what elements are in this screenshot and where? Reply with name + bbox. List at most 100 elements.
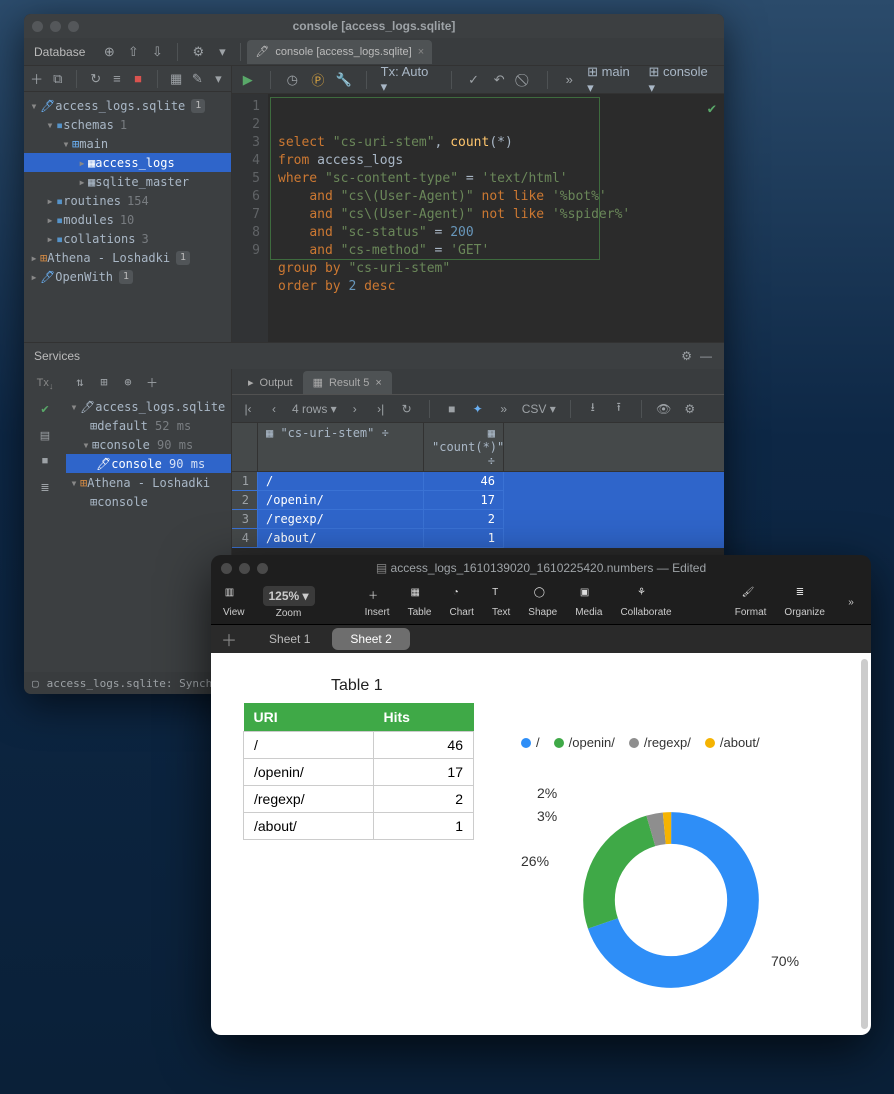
svc-console1[interactable]: ▾⊞ console 90 ms [66,435,231,454]
format-button[interactable]: 🖌Format [735,587,767,618]
commit-icon[interactable]: ✓ [466,72,482,88]
add-icon[interactable]: ⊕ [120,374,136,390]
table-row[interactable]: /regexp/2 [244,786,474,813]
table-view-icon[interactable]: ▦ [170,71,183,87]
table-row[interactable]: 4/about/1 [232,529,724,548]
duplicate-icon[interactable]: ⧉ [51,71,64,87]
more-icon[interactable]: » [496,401,512,417]
svc-default[interactable]: ⊞ default 52 ms [66,416,231,435]
filter-icon[interactable]: ▤ [37,427,53,443]
zoom-select[interactable]: 125% ▾Zoom [263,586,315,619]
close-tab-icon[interactable]: × [418,46,424,58]
collapse-all-icon[interactable]: ⇧ [125,44,141,60]
tree-table-sqlite-master[interactable]: ▸▦ sqlite_master [24,172,231,191]
table-row[interactable]: 3/regexp/2 [232,510,724,529]
scrollbar[interactable] [861,659,868,1029]
donut-chart[interactable] [576,805,766,995]
table-button[interactable]: ▦Table [408,587,432,618]
console-select[interactable]: ⊞ console ▾ [648,64,716,96]
tab-result[interactable]: ▦ Result 5 × [303,371,392,394]
export-format-select[interactable]: CSV ▾ [522,402,556,416]
titlebar[interactable]: console [access_logs.sqlite] [24,14,724,38]
reload-icon[interactable]: ↻ [399,401,415,417]
new-datasource-icon[interactable]: ⊕ [101,44,117,60]
tree-openwith[interactable]: ▸🖊 OpenWith 1 [24,267,231,286]
history-icon[interactable]: ◷ [285,72,301,88]
tree-athena[interactable]: ▸⊞ Athena - Loshadki 1 [24,248,231,267]
gear-icon[interactable]: ⚙ [679,348,695,364]
sheet-canvas[interactable]: Table 1 URIHits /46/openin/17/regexp/2/a… [211,653,871,1035]
layers-icon[interactable]: ≣ [37,479,53,495]
stop-icon[interactable]: ■ [132,71,145,87]
chart-button[interactable]: ◔Chart [449,587,473,618]
last-page-icon[interactable]: ›| [373,401,389,417]
text-button[interactable]: TText [492,587,510,618]
tab-sheet-2[interactable]: Sheet 2 [332,628,409,650]
insert-button[interactable]: ＋Insert [365,587,390,618]
editor-tab[interactable]: 🖊 console [access_logs.sqlite] × [247,40,432,64]
edit-icon[interactable]: ✎ [191,71,204,87]
upload-icon[interactable]: ⭱ [611,401,627,417]
hide-icon[interactable]: — [698,348,714,364]
tree-schemas[interactable]: ▾▪ schemas 1 [24,115,231,134]
rollback-icon[interactable]: ↶ [491,72,507,88]
services-tree[interactable]: ⇅ ⊞ ⊕ ＋ ▾🖊 access_logs.sqlite ⊞ default … [66,369,232,672]
tree-modules[interactable]: ▸▪ modules 10 [24,210,231,229]
table-title[interactable]: Table 1 [331,677,383,695]
svc-console3[interactable]: ⊞ console [66,492,231,511]
more-icon[interactable]: » [562,72,578,88]
organize-button[interactable]: ≣Organize [784,587,825,618]
eye-icon[interactable]: 👁 [656,401,672,417]
rows-count[interactable]: 4 rows ▾ [292,402,337,416]
chevron-down-icon[interactable]: ▾ [212,71,225,87]
view-button[interactable]: ▥View [223,587,245,618]
tab-output[interactable]: ▸ Output [238,371,303,394]
sql-code[interactable]: ✔select "cs-uri-stem", count(*) from acc… [268,94,724,342]
tree-db[interactable]: ▾🖊 access_logs.sqlite 1 [24,96,231,115]
next-page-icon[interactable]: › [347,401,363,417]
schema-select[interactable]: ⊞ main ▾ [587,64,638,96]
cancel-icon[interactable]: ⃠ [517,72,533,88]
chevron-down-icon[interactable]: ▾ [214,44,230,60]
wrench-icon[interactable]: 🔧 [336,72,352,88]
download-icon[interactable]: ⭳ [585,401,601,417]
shape-button[interactable]: ◯Shape [528,587,557,618]
svc-console2[interactable]: 🖊 console 90 ms [66,454,231,473]
media-button[interactable]: ▣Media [575,587,602,618]
stop-icon[interactable]: ■ [37,453,53,469]
run-icon[interactable]: ▶ [240,72,256,88]
group-icon[interactable]: ⊞ [96,374,112,390]
svc-db[interactable]: ▾🖊 access_logs.sqlite [66,397,231,416]
tree-table-access-logs[interactable]: ▸▦ access_logs [24,153,231,172]
collaborate-button[interactable]: ⚘Collaborate [620,587,671,618]
stop-icon[interactable]: ■ [444,401,460,417]
pin-icon[interactable]: ✦ [470,401,486,417]
first-page-icon[interactable]: |‹ [240,401,256,417]
numbers-titlebar[interactable]: ▤ access_logs_1610139020_1610225420.numb… [211,555,871,581]
expand-icon[interactable]: ⇅ [72,374,88,390]
prev-page-icon[interactable]: ‹ [266,401,282,417]
refresh-icon[interactable]: ↻ [89,71,102,87]
panel-icon[interactable]: ▢ [32,677,39,690]
table-row[interactable]: 2/openin/17 [232,491,724,510]
table-row[interactable]: /46 [244,732,474,759]
add-icon[interactable]: ＋ [30,71,43,87]
tree-schema-main[interactable]: ▾⊞ main [24,134,231,153]
diff-icon[interactable]: ≡ [110,71,123,87]
settings-icon[interactable]: ⚙ [190,44,206,60]
overflow-icon[interactable]: » [843,595,859,611]
database-tree[interactable]: ▾🖊 access_logs.sqlite 1 ▾▪ schemas 1 ▾⊞ … [24,92,231,342]
table-row[interactable]: 1/46 [232,472,724,491]
gear-icon[interactable]: ⚙ [682,401,698,417]
svc-athena[interactable]: ▾⊞ Athena - Loshadki [66,473,231,492]
tab-sheet-1[interactable]: Sheet 1 [251,628,328,650]
add-sheet-button[interactable]: ＋ [221,627,237,651]
filter-icon[interactable]: ⇩ [149,44,165,60]
explain-icon[interactable]: Ⓟ [310,72,326,88]
data-table[interactable]: URIHits /46/openin/17/regexp/2/about/1 [243,703,474,840]
table-row[interactable]: /about/1 [244,813,474,840]
tree-routines[interactable]: ▸▪ routines 154 [24,191,231,210]
tx-icon[interactable]: Tx↓ [37,377,54,391]
tree-collations[interactable]: ▸▪ collations 3 [24,229,231,248]
tx-mode-select[interactable]: Tx: Auto ▾ [381,64,437,95]
